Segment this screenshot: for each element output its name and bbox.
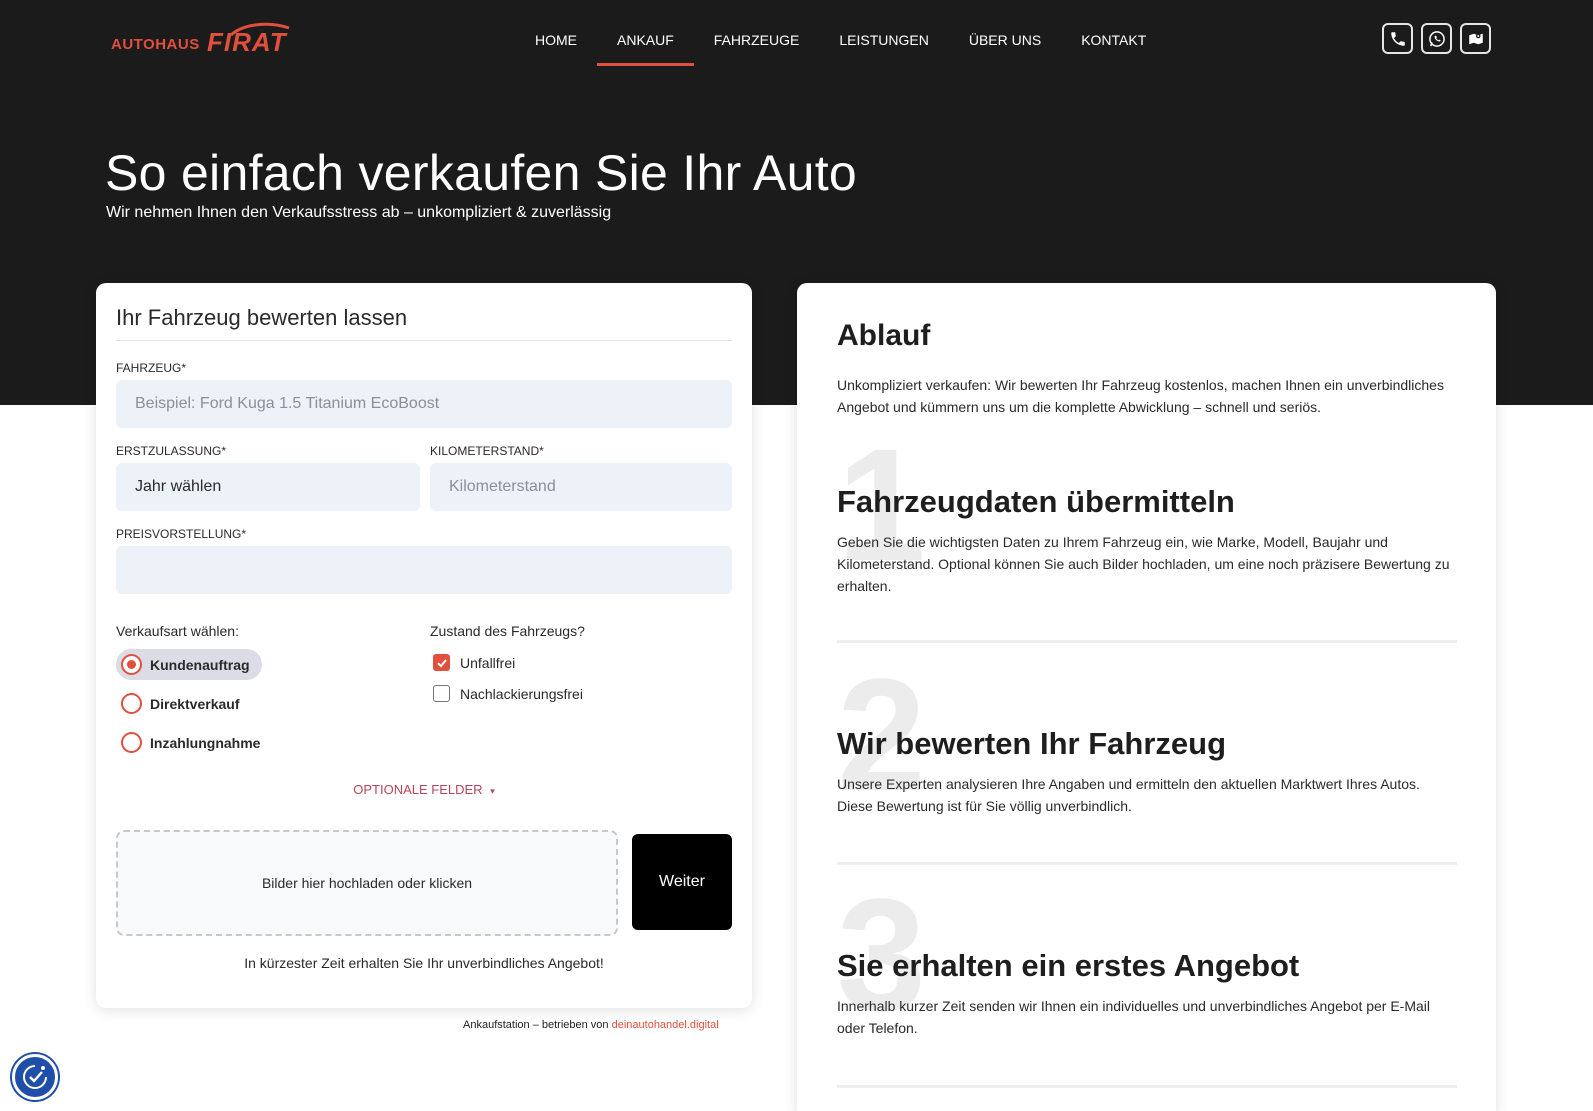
process-card: Ablauf Unkompliziert verkaufen: Wir bewe…	[797, 283, 1496, 1111]
registration-select[interactable]: Jahr wählen	[116, 463, 420, 511]
radio-label: Kundenauftrag	[150, 656, 250, 673]
offer-note: In kürzester Zeit erhalten Sie Ihr unver…	[244, 955, 604, 971]
step-title: Wir bewerten Ihr Fahrzeug	[837, 726, 1226, 761]
step-title: Fahrzeugdaten übermitteln	[837, 484, 1235, 519]
registration-label: ERSTZULASSUNG*	[116, 444, 227, 458]
nav-home[interactable]: HOME	[515, 30, 597, 66]
nav-kontakt[interactable]: KONTAKT	[1061, 30, 1166, 66]
main-nav: HOME ANKAUF FAHRZEUGE LEISTUNGEN ÜBER UN…	[515, 30, 1166, 66]
condition-label: Zustand des Fahrzeugs?	[430, 623, 585, 639]
upload-label: Bilder hier hochladen oder klicken	[261, 875, 473, 891]
step-2: 2 Wir bewerten Ihr Fahrzeug Unsere Exper…	[837, 655, 1457, 825]
mileage-label: KILOMETERSTAND*	[430, 444, 544, 458]
step-divider	[837, 640, 1457, 643]
phone-icon	[1390, 31, 1405, 46]
radio-inzahlungnahme[interactable]: Inzahlungnahme	[121, 732, 260, 753]
checkbox-indicator	[433, 654, 450, 671]
map-icon	[1468, 33, 1483, 44]
form-divider	[116, 340, 732, 341]
form-title: Ihr Fahrzeug bewerten lassen	[116, 305, 408, 330]
image-upload-dropzone[interactable]: Bilder hier hochladen oder klicken	[116, 830, 618, 936]
step-1: 1 Fahrzeugdaten übermitteln Geben Sie di…	[837, 425, 1457, 601]
step-text: Innerhalb kurzer Zeit senden wir Ihnen e…	[837, 998, 1431, 1036]
map-button[interactable]	[1460, 23, 1491, 54]
checkmark-icon	[436, 658, 447, 667]
valuation-form: Ihr Fahrzeug bewerten lassen FAHRZEUG* E…	[96, 283, 752, 1008]
vehicle-label: FAHRZEUG*	[116, 361, 187, 375]
nav-leistungen[interactable]: LEISTUNGEN	[819, 30, 948, 66]
step-divider	[837, 1085, 1457, 1088]
checkbox-label: Unfallfrei	[460, 654, 516, 671]
step-title: Sie erhalten ein erstes Angebot	[837, 948, 1300, 983]
registration-value: Jahr wählen	[135, 478, 222, 495]
radio-label: Direktverkauf	[150, 695, 240, 712]
process-title: Ablauf	[837, 319, 931, 352]
step-divider	[837, 862, 1457, 865]
process-intro: Unkompliziert verkaufen: Wir bewerten Ih…	[837, 377, 1444, 415]
price-input[interactable]	[116, 546, 732, 594]
whatsapp-icon	[1428, 30, 1445, 47]
checkbox-unfallfrei[interactable]: Unfallfrei	[433, 654, 515, 671]
accessibility-icon	[23, 1065, 47, 1089]
checkbox-nachlackierungsfrei[interactable]: Nachlackierungsfrei	[433, 685, 583, 702]
next-button[interactable]: Weiter	[632, 834, 732, 930]
site-logo[interactable]: AUTOHAUS FIRAT	[111, 22, 291, 57]
price-label: PREISVORSTELLUNG*	[116, 527, 247, 541]
footer-credit: Ankaufstation – betrieben von deinautoha…	[463, 1019, 719, 1031]
radio-indicator	[121, 693, 142, 714]
nav-ueber-uns[interactable]: ÜBER UNS	[949, 30, 1061, 66]
caret-down-icon: ▾	[490, 786, 495, 796]
radio-direktverkauf[interactable]: Direktverkauf	[121, 693, 240, 714]
social-links	[1382, 23, 1491, 54]
phone-button[interactable]	[1382, 23, 1413, 54]
optional-fields-label: OPTIONALE FELDER	[353, 782, 483, 797]
vehicle-input[interactable]	[116, 380, 732, 428]
optional-fields-toggle[interactable]: OPTIONALE FELDER ▾	[96, 782, 752, 797]
credit-link[interactable]: deinautohandel.digital	[612, 1019, 719, 1031]
nav-fahrzeuge[interactable]: FAHRZEUGE	[694, 30, 820, 66]
radio-indicator	[121, 732, 142, 753]
radio-kundenauftrag[interactable]: Kundenauftrag	[116, 649, 262, 680]
accessibility-button[interactable]	[12, 1054, 58, 1100]
hero-subtitle: Wir nehmen Ihnen den Verkaufsstress ab –…	[106, 204, 612, 221]
step-text: Unsere Experten analysieren Ihre Angaben…	[837, 776, 1420, 814]
radio-label: Inzahlungnahme	[150, 734, 261, 751]
credit-text: Ankaufstation – betrieben von	[463, 1019, 609, 1031]
nav-ankauf[interactable]: ANKAUF	[597, 30, 694, 66]
checkbox-label: Nachlackierungsfrei	[460, 685, 583, 702]
step-text: Geben Sie die wichtigsten Daten zu Ihrem…	[837, 534, 1450, 594]
sale-type-label: Verkaufsart wählen:	[116, 623, 239, 639]
mileage-input[interactable]	[430, 463, 732, 511]
logo-prefix: AUTOHAUS	[111, 36, 200, 53]
radio-indicator	[121, 654, 142, 675]
hero-title: So einfach verkaufen Sie Ihr Auto	[105, 145, 858, 201]
step-3: 3 Sie erhalten ein erstes Angebot Innerh…	[837, 875, 1457, 1045]
whatsapp-button[interactable]	[1421, 23, 1452, 54]
checkbox-indicator	[433, 685, 450, 702]
logo-name: FIRAT	[207, 27, 287, 57]
